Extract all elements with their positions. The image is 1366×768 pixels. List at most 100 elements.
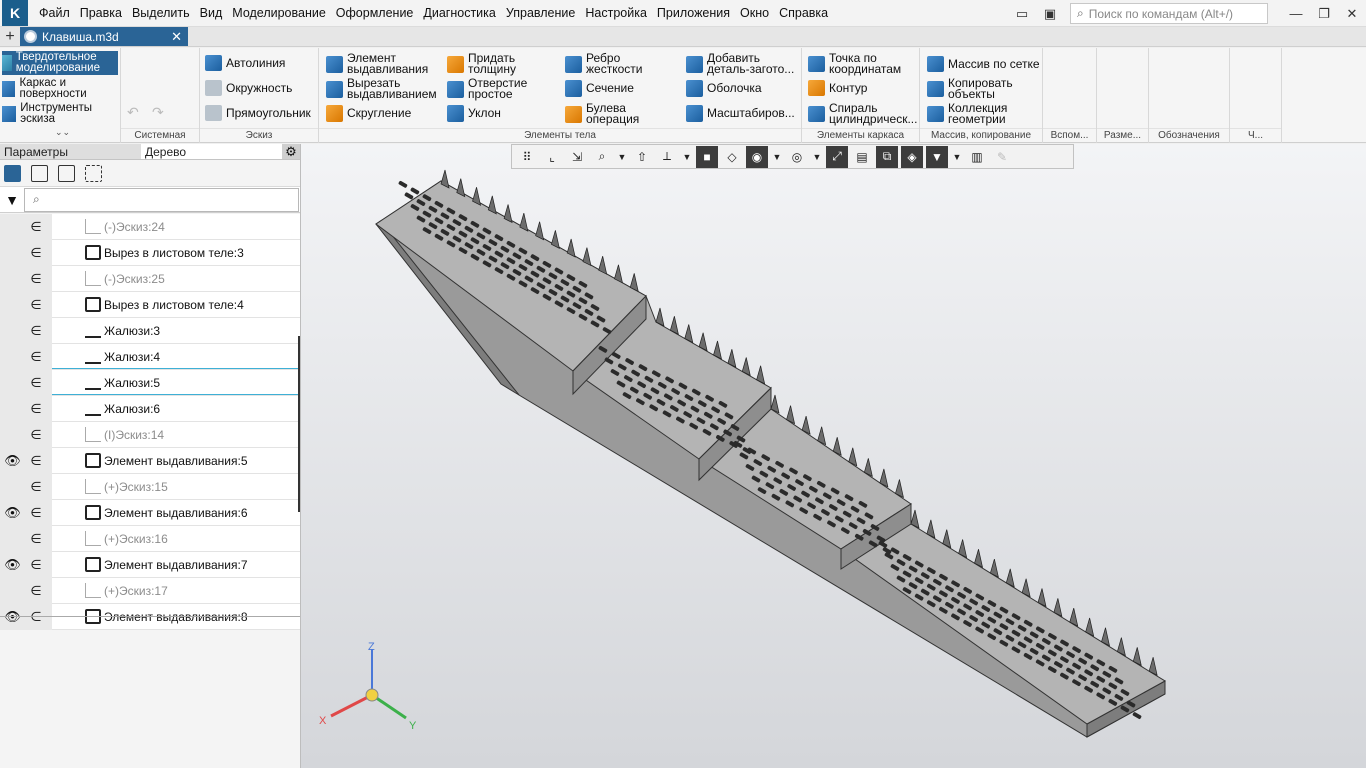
section-view-icon[interactable]: ⤢ [826,145,848,168]
menu-item[interactable]: Выделить [127,0,195,27]
geometry-collection-button[interactable]: Коллекция геометрии [927,102,1039,125]
window-layout-icon[interactable]: ▭ [1008,0,1036,27]
scale-button[interactable]: Масштабиров... [686,105,795,122]
hide-icon[interactable]: ◉ [746,145,768,168]
contour-button[interactable]: Контур [808,80,867,96]
point-by-coords-button[interactable]: Точка по координатам [808,52,920,75]
boolean-button[interactable]: Булева операция [565,102,665,125]
menu-item[interactable]: Правка [75,0,127,27]
leader-icon[interactable] [1180,54,1197,71]
app-logo-icon[interactable]: K [2,0,28,26]
undo-icon[interactable]: ↶ [127,104,139,121]
tree-row[interactable]: 👁 ∈ Элемент выдавливания:5 [0,447,300,474]
tree-row[interactable]: ∈ (+) Эскиз:17 [0,577,300,604]
base-plane-icon[interactable] [1154,104,1171,121]
properties-icon[interactable] [152,79,169,96]
tree-row[interactable]: ∈ (-) Эскиз:25 [0,265,300,292]
menu-item[interactable]: Справка [774,0,833,27]
3d-viewport[interactable]: Z X Y ⠿ ⌞ ⇲ ⌕ ▼ ⇧ ⟂ ▼ ■ ◇ ◉ ▼ ◎ ▼ ⤢ ▤ ⧉ ◈ … [301,144,1366,768]
aux-plane-icon[interactable] [1049,54,1066,71]
display-icon[interactable]: ▤ [851,146,873,168]
tree-structure-icon[interactable] [4,164,21,182]
aux-segment-icon[interactable] [1049,104,1066,121]
auto-dim-icon[interactable] [1102,104,1119,121]
perspective-icon[interactable]: ⧉ [876,145,898,168]
new-file-icon[interactable] [127,54,144,71]
copy-objects-button[interactable]: Копировать объекты [927,77,1039,100]
mode-solid-modeling[interactable]: Твердотельное моделирование [2,51,118,75]
measure-icon[interactable] [1234,79,1251,96]
tree-components-icon[interactable] [58,164,75,182]
shell-button[interactable]: Оболочка [686,80,762,97]
new-document-button[interactable]: + [0,27,20,46]
eye-icon[interactable]: 👁 [0,453,25,469]
hide-dropdown-icon[interactable]: ▼ [771,146,783,168]
aux-line-icon[interactable] [1049,79,1066,96]
redo-icon[interactable]: ↷ [152,104,164,121]
thicken-button[interactable]: Придать толщину [447,52,542,75]
autoline-button[interactable]: Автолиния [205,55,285,71]
mode-frame-surfaces[interactable]: Каркас и поверхности [2,77,118,101]
tree-order-icon[interactable] [31,164,48,182]
table-icon[interactable] [1234,54,1251,71]
pencil-icon[interactable]: ✎ [991,146,1013,168]
grid-array-button[interactable]: Массив по сетке [927,56,1040,72]
menu-item[interactable]: Управление [501,0,581,27]
helix-button[interactable]: Спираль цилиндрическ... [808,102,920,125]
filter-icon[interactable]: ▼ [0,192,24,208]
menu-item[interactable]: Файл [34,0,75,27]
linear-dim-icon[interactable] [1102,54,1119,71]
panels-icon[interactable]: ▣ [1036,0,1064,27]
tab-parameters[interactable]: Параметры [0,144,141,159]
tree-row[interactable]: ∈ Вырез в листовом теле:4 [0,291,300,318]
model-view[interactable]: Z X Y [301,144,1366,768]
tree-row[interactable]: ∈ Жалюзи:6 [0,395,300,422]
tree-row[interactable]: ∈ Жалюзи:3 [0,317,300,344]
expand-modes-icon[interactable]: ⌄⌄ [55,127,70,138]
cut-extrude-button[interactable]: Вырезать выдавливанием [326,77,444,100]
mode-sketch-tools[interactable]: Инструменты эскиза [2,102,118,126]
gear-icon[interactable]: ⚙ [282,144,300,159]
filter-icon[interactable]: ▼ [926,145,948,168]
visibility-icon[interactable]: ◎ [786,146,808,168]
orientation-icon[interactable]: ⇲ [566,146,588,168]
add-blank-button[interactable]: Добавить деталь-загото... [686,52,800,75]
tree-row[interactable]: ∈ (-) Эскиз:24 [0,213,300,240]
save-file-icon[interactable] [177,54,194,71]
menu-item[interactable]: Оформление [331,0,419,27]
layer-icon[interactable] [1260,54,1277,71]
tree-row[interactable]: ∈ (I) Эскиз:14 [0,421,300,448]
menu-item[interactable]: Моделирование [227,0,331,27]
tree-row[interactable]: ∈ Вырез в листовом теле:3 [0,239,300,266]
menu-item[interactable]: Диагностика [418,0,500,27]
properties-icon[interactable]: ▥ [966,146,988,168]
menu-item[interactable]: Приложения [652,0,735,27]
menu-item[interactable]: Настройка [580,0,652,27]
layers-icon[interactable]: ◈ [901,145,923,168]
shaded-icon[interactable]: ■ [696,145,718,168]
tree-row[interactable]: ∈ Жалюзи:5 [0,369,300,396]
print-icon[interactable] [127,79,144,96]
diameter-dim-icon[interactable] [1127,79,1144,96]
extrude-button[interactable]: Элемент выдавливания [326,52,441,75]
rectangle-button[interactable]: Прямоугольник [205,105,311,121]
fillet-button[interactable]: Скругление [326,105,411,122]
minimize-icon[interactable]: — [1282,0,1310,27]
angular-dim-icon[interactable] [1102,79,1119,96]
tree-row[interactable]: 👁 ∈ Элемент выдавливания:7 [0,551,300,578]
rib-button[interactable]: Ребро жесткости [565,52,665,75]
axes-view-icon[interactable]: ⟂ [656,146,678,168]
menu-item[interactable]: Вид [195,0,228,27]
roughness-icon[interactable] [1154,54,1171,71]
filter-dropdown-icon[interactable]: ▼ [951,146,963,168]
arc-dim-icon[interactable] [1127,104,1144,121]
tree-selection-icon[interactable] [85,164,102,182]
body-icon[interactable] [1234,104,1251,121]
visibility-dropdown-icon[interactable]: ▼ [811,146,823,168]
zoom-dropdown-icon[interactable]: ▼ [616,146,628,168]
restore-icon[interactable]: ❐ [1310,0,1338,27]
tree-row[interactable]: ∈ (+) Эскиз:15 [0,473,300,500]
view-dropdown-icon[interactable]: ▼ [681,146,693,168]
tree-row[interactable]: ∈ (+) Эскиз:16 [0,525,300,552]
aux-point-icon[interactable] [1073,79,1090,96]
